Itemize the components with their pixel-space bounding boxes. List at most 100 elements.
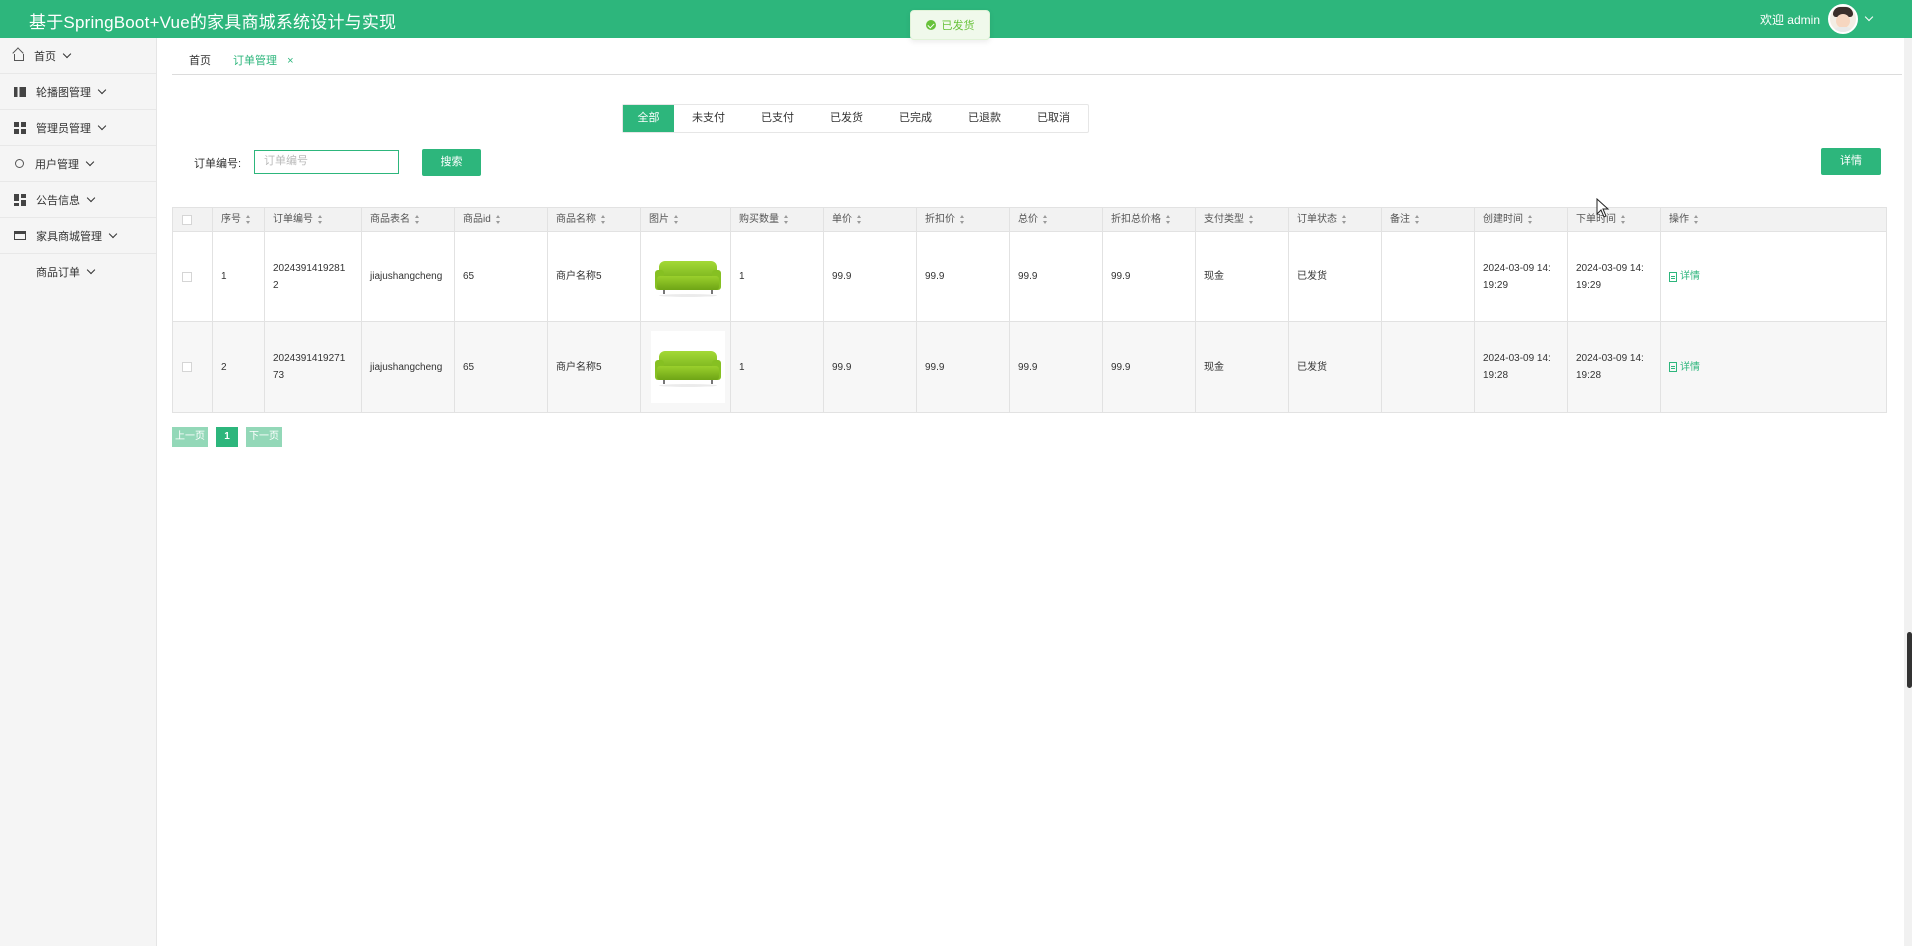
user-menu[interactable]: 欢迎 admin: [1759, 4, 1874, 34]
sidebar-item-label: 轮播图管理: [36, 86, 91, 99]
header-cell[interactable]: 序号: [213, 208, 265, 231]
sort-icon: [857, 215, 862, 224]
page-number-button[interactable]: 1: [216, 427, 238, 447]
cell-status: 已发货: [1289, 322, 1382, 412]
sofa-image: [651, 331, 725, 403]
detail-button[interactable]: 详情: [1821, 148, 1881, 175]
cell-discount-total: 99.9: [1103, 322, 1196, 412]
filter-all[interactable]: 全部: [623, 105, 674, 132]
sort-icon: [318, 215, 323, 224]
chevron-down-icon: [97, 85, 107, 94]
header-cell[interactable]: 订单编号: [265, 208, 362, 231]
sidebar-item-label: 商品订单: [36, 267, 80, 279]
header-cell[interactable]: 折扣总价格: [1103, 208, 1196, 231]
sidebar-item-label: 公告信息: [36, 194, 80, 207]
sort-icon: [601, 215, 606, 224]
dashboard-icon: [14, 193, 26, 206]
filter-cancelled[interactable]: 已取消: [1019, 105, 1088, 132]
cell-created: 2024-03-09 14: 19:29: [1475, 232, 1568, 321]
scrollbar-thumb[interactable]: [1907, 632, 1912, 688]
search-input[interactable]: 订单编号: [254, 150, 399, 174]
row-detail-link[interactable]: 详情: [1669, 268, 1700, 285]
header-cell[interactable]: 备注: [1382, 208, 1475, 231]
cell-qty: 1: [731, 322, 824, 412]
tab-home[interactable]: 首页: [189, 52, 211, 68]
cell-ordered: 2024-03-09 14: 19:28: [1568, 322, 1661, 412]
header-cell[interactable]: 下单时间: [1568, 208, 1661, 231]
sidebar-item-home[interactable]: 首页: [0, 38, 156, 74]
row-checkbox[interactable]: [182, 271, 192, 282]
welcome-text: 欢迎 admin: [1759, 12, 1820, 27]
sofa-image: [651, 240, 725, 313]
close-icon[interactable]: ×: [287, 55, 293, 67]
row-checkbox[interactable]: [182, 362, 192, 372]
cell-created: 2024-03-09 14: 19:28: [1475, 322, 1568, 412]
chevron-down-icon: [97, 121, 107, 130]
sidebar-item-label: 用户管理: [35, 158, 79, 171]
header-cell[interactable]: 总价: [1010, 208, 1103, 231]
prev-page-button[interactable]: 上一页: [172, 427, 208, 447]
sort-icon: [1342, 215, 1347, 224]
header-cell[interactable]: 商品id: [455, 208, 548, 231]
filter-paid[interactable]: 已支付: [743, 105, 812, 132]
sidebar-item-carousel[interactable]: 轮播图管理: [0, 74, 156, 110]
sidebar-item-notices[interactable]: 公告信息: [0, 182, 156, 218]
filter-shipped[interactable]: 已发货: [812, 105, 881, 132]
header-cell[interactable]: 订单状态: [1289, 208, 1382, 231]
header-cell[interactable]: 商品名称: [548, 208, 641, 231]
orders-table: 序号 订单编号 商品表名 商品id 商品名称 图片 购买数量 单价 折扣价 总价…: [172, 207, 1887, 413]
header-cell[interactable]: 商品表名: [362, 208, 455, 231]
header-cell[interactable]: 创建时间: [1475, 208, 1568, 231]
scrollbar-track[interactable]: [1904, 38, 1912, 946]
header-cell[interactable]: 图片: [641, 208, 731, 231]
cell-table-name: jiajushangcheng: [362, 232, 455, 321]
row-detail-link[interactable]: 详情: [1669, 359, 1700, 376]
avatar[interactable]: [1828, 4, 1858, 34]
carousel-icon: [14, 86, 26, 97]
chevron-down-icon[interactable]: [1864, 12, 1874, 22]
sidebar-subitem-orders[interactable]: 商品订单: [0, 254, 156, 290]
tab-orders[interactable]: 订单管理 ×: [233, 52, 294, 68]
sidebar-item-admin[interactable]: 管理员管理: [0, 110, 156, 146]
home-icon: [14, 54, 24, 61]
cell-discount-price: 99.9: [917, 322, 1010, 412]
pagination: 上一页 1 下一页: [172, 427, 290, 447]
box-icon: [14, 231, 26, 240]
cell-goods-name: 商户名称5: [548, 322, 641, 412]
sort-icon: [1415, 215, 1420, 224]
toast-message: 已发货: [941, 20, 975, 32]
sort-icon: [1694, 215, 1699, 224]
cell-pay-type: 现金: [1196, 232, 1289, 321]
cell-total: 99.9: [1010, 322, 1103, 412]
cell-image: [641, 322, 731, 412]
cell-table-name: jiajushangcheng: [362, 322, 455, 412]
success-toast: 已发货: [910, 10, 990, 40]
table-row[interactable]: 2 2024391419271 73 jiajushangcheng 65 商户名…: [173, 322, 1886, 412]
sidebar: 首页 轮播图管理 管理员管理 用户管理 公告信息 家具商城管理 商品订单: [0, 38, 157, 946]
document-icon: [1669, 271, 1677, 282]
filter-unpaid[interactable]: 未支付: [674, 105, 743, 132]
sort-icon: [495, 215, 501, 224]
sidebar-item-furniture-mall[interactable]: 家具商城管理: [0, 218, 156, 254]
header-cell[interactable]: 支付类型: [1196, 208, 1289, 231]
header-cell[interactable]: 单价: [824, 208, 917, 231]
header-cell[interactable]: 折扣价: [917, 208, 1010, 231]
filter-completed[interactable]: 已完成: [881, 105, 950, 132]
header-cell[interactable]: 操作: [1661, 208, 1886, 231]
search-button[interactable]: 搜索: [422, 149, 481, 176]
sidebar-item-label: 首页: [34, 50, 56, 63]
cell-remark: [1382, 232, 1475, 321]
chevron-down-icon: [85, 157, 95, 166]
sort-icon: [674, 215, 679, 224]
sort-icon: [246, 215, 251, 224]
checkbox[interactable]: [182, 214, 192, 225]
search-label: 订单编号:: [194, 158, 242, 170]
next-page-button[interactable]: 下一页: [246, 427, 282, 447]
header-select-all[interactable]: [173, 208, 213, 231]
table-row[interactable]: 1 2024391419281 2 jiajushangcheng 65 商户名称…: [173, 232, 1886, 322]
table-header: 序号 订单编号 商品表名 商品id 商品名称 图片 购买数量 单价 折扣价 总价…: [173, 208, 1886, 232]
filter-refunded[interactable]: 已退款: [950, 105, 1019, 132]
sidebar-item-users[interactable]: 用户管理: [0, 146, 156, 182]
header-cell[interactable]: 购买数量: [731, 208, 824, 231]
tab-label: 订单管理: [233, 55, 277, 67]
